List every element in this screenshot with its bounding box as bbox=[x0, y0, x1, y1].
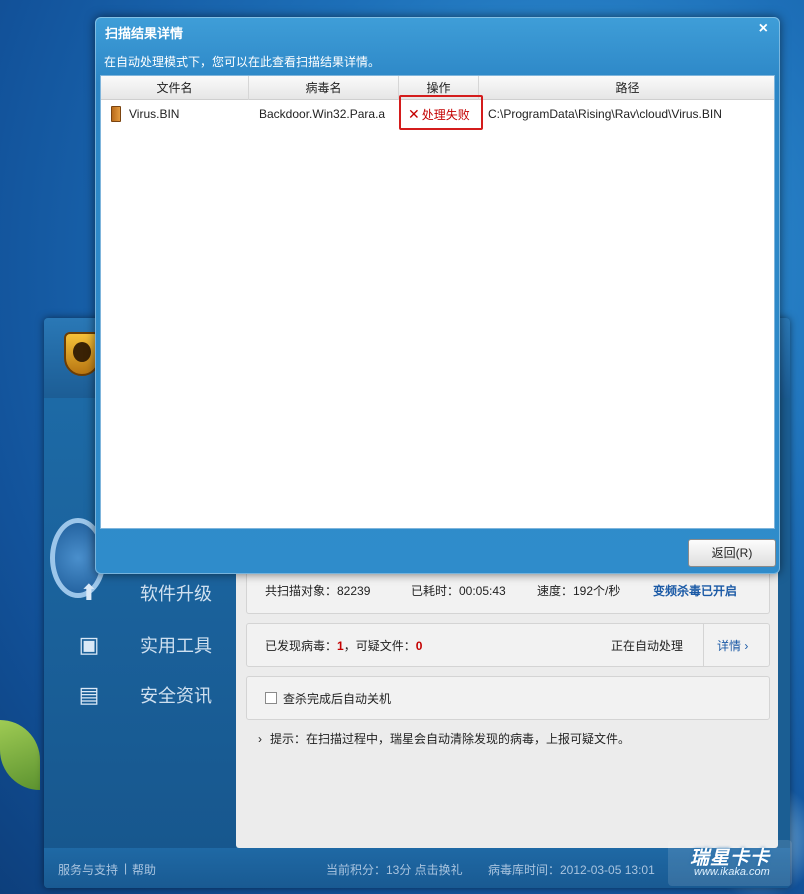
row-filename: Virus.BIN bbox=[129, 107, 180, 121]
nav-tools[interactable]: ▣ 实用工具 bbox=[74, 627, 244, 663]
nav-tools-label: 实用工具 bbox=[140, 636, 212, 656]
nav-upgrade-label: 软件升级 bbox=[140, 584, 212, 604]
document-icon: ▤ bbox=[78, 682, 100, 707]
nav-news-label: 安全资讯 bbox=[140, 686, 212, 706]
found-virus-panel: 已发现病毒：1，可疑文件：0 正在自动处理 详情 › bbox=[246, 623, 770, 667]
column-header-path[interactable]: 路径 bbox=[479, 76, 776, 100]
up-arrow-icon: ⬆ bbox=[79, 580, 99, 605]
scan-status-area: 共扫描对象：82239 已耗时：00:05:43 速度：192个/秒 变频杀毒已… bbox=[236, 558, 778, 848]
auto-shutdown-checkbox[interactable] bbox=[265, 692, 277, 704]
found-middle: ，可疑文件： bbox=[343, 638, 416, 653]
auto-shutdown-panel: 查杀完成后自动关机 bbox=[246, 676, 770, 720]
scan-tip-text: 提示：在扫描过程中，瑞星会自动清除发现的病毒，上报可疑文件。 bbox=[270, 732, 631, 746]
dialog-title: 扫描结果详情 bbox=[105, 26, 184, 41]
found-virus-text: 已发现病毒：1，可疑文件：0 bbox=[265, 637, 422, 654]
elapsed-time: 已耗时：00:05:43 bbox=[411, 584, 506, 598]
chevron-right-icon: › bbox=[258, 732, 262, 746]
panel-divider bbox=[703, 624, 704, 666]
nav-news[interactable]: ▤ 安全资讯 bbox=[74, 677, 244, 713]
fail-x-icon: ✕ bbox=[408, 106, 420, 122]
dialog-subtitle: 在自动处理模式下，您可以在此查看扫描结果详情。 bbox=[104, 55, 381, 69]
row-action-status: ✕ 处理失败 bbox=[408, 101, 470, 127]
details-link[interactable]: 详情 › bbox=[717, 637, 748, 654]
row-virus-name: Backdoor.Win32.Para.a bbox=[259, 107, 386, 121]
support-link[interactable]: 服务与支持 bbox=[58, 861, 118, 878]
points-info[interactable]: 当前积分：13分 点击换礼 bbox=[326, 861, 463, 878]
auto-shutdown-label: 查杀完成后自动关机 bbox=[283, 691, 392, 706]
scan-stats-panel: 共扫描对象：82239 已耗时：00:05:43 速度：192个/秒 变频杀毒已… bbox=[246, 568, 770, 614]
table-row[interactable]: Virus.BIN Backdoor.Win32.Para.a ✕ 处理失败 C:… bbox=[101, 95, 774, 130]
video-kill-status: 变频杀毒已开启 bbox=[653, 584, 738, 598]
suspicious-count: 0 bbox=[415, 638, 423, 653]
column-header-virus[interactable]: 病毒名 bbox=[249, 76, 399, 100]
found-prefix: 已发现病毒： bbox=[265, 638, 338, 653]
processing-status: 正在自动处理 bbox=[611, 638, 684, 653]
column-header-filename[interactable]: 文件名 bbox=[101, 76, 249, 100]
row-path: C:\ProgramData\Rising\Rav\cloud\Virus.BI… bbox=[488, 107, 722, 121]
nav-upgrade[interactable]: ⬆ 软件升级 bbox=[74, 575, 244, 611]
file-icon bbox=[111, 106, 121, 122]
auto-shutdown-option[interactable]: 查杀完成后自动关机 bbox=[265, 690, 391, 707]
scan-speed: 速度：192个/秒 bbox=[537, 584, 621, 598]
scan-result-list: 文件名 病毒名 操作 路径 Virus.BIN Backdoor.Win32.P… bbox=[100, 75, 775, 529]
help-link[interactable]: 帮助 bbox=[132, 861, 156, 878]
scanned-count: 共扫描对象：82239 bbox=[265, 584, 371, 598]
desktop-wallpaper-leaf bbox=[0, 720, 40, 790]
virus-count: 1 bbox=[337, 638, 344, 653]
row-action-label: 处理失败 bbox=[421, 108, 470, 122]
close-icon[interactable]: × bbox=[759, 20, 768, 38]
scan-result-dialog: 扫描结果详情 × 在自动处理模式下，您可以在此查看扫描结果详情。 文件名 病毒名… bbox=[95, 17, 780, 574]
watermark-url: www.ikaka.com bbox=[694, 866, 770, 878]
return-button[interactable]: 返回(R) bbox=[688, 539, 776, 567]
toolbox-icon: ▣ bbox=[78, 632, 100, 657]
virus-db-time: 病毒库时间：2012-03-05 13:01 bbox=[488, 863, 655, 877]
scan-tip: › 提示：在扫描过程中，瑞星会自动清除发现的病毒，上报可疑文件。 bbox=[258, 730, 630, 747]
footer-separator: | bbox=[124, 861, 128, 875]
